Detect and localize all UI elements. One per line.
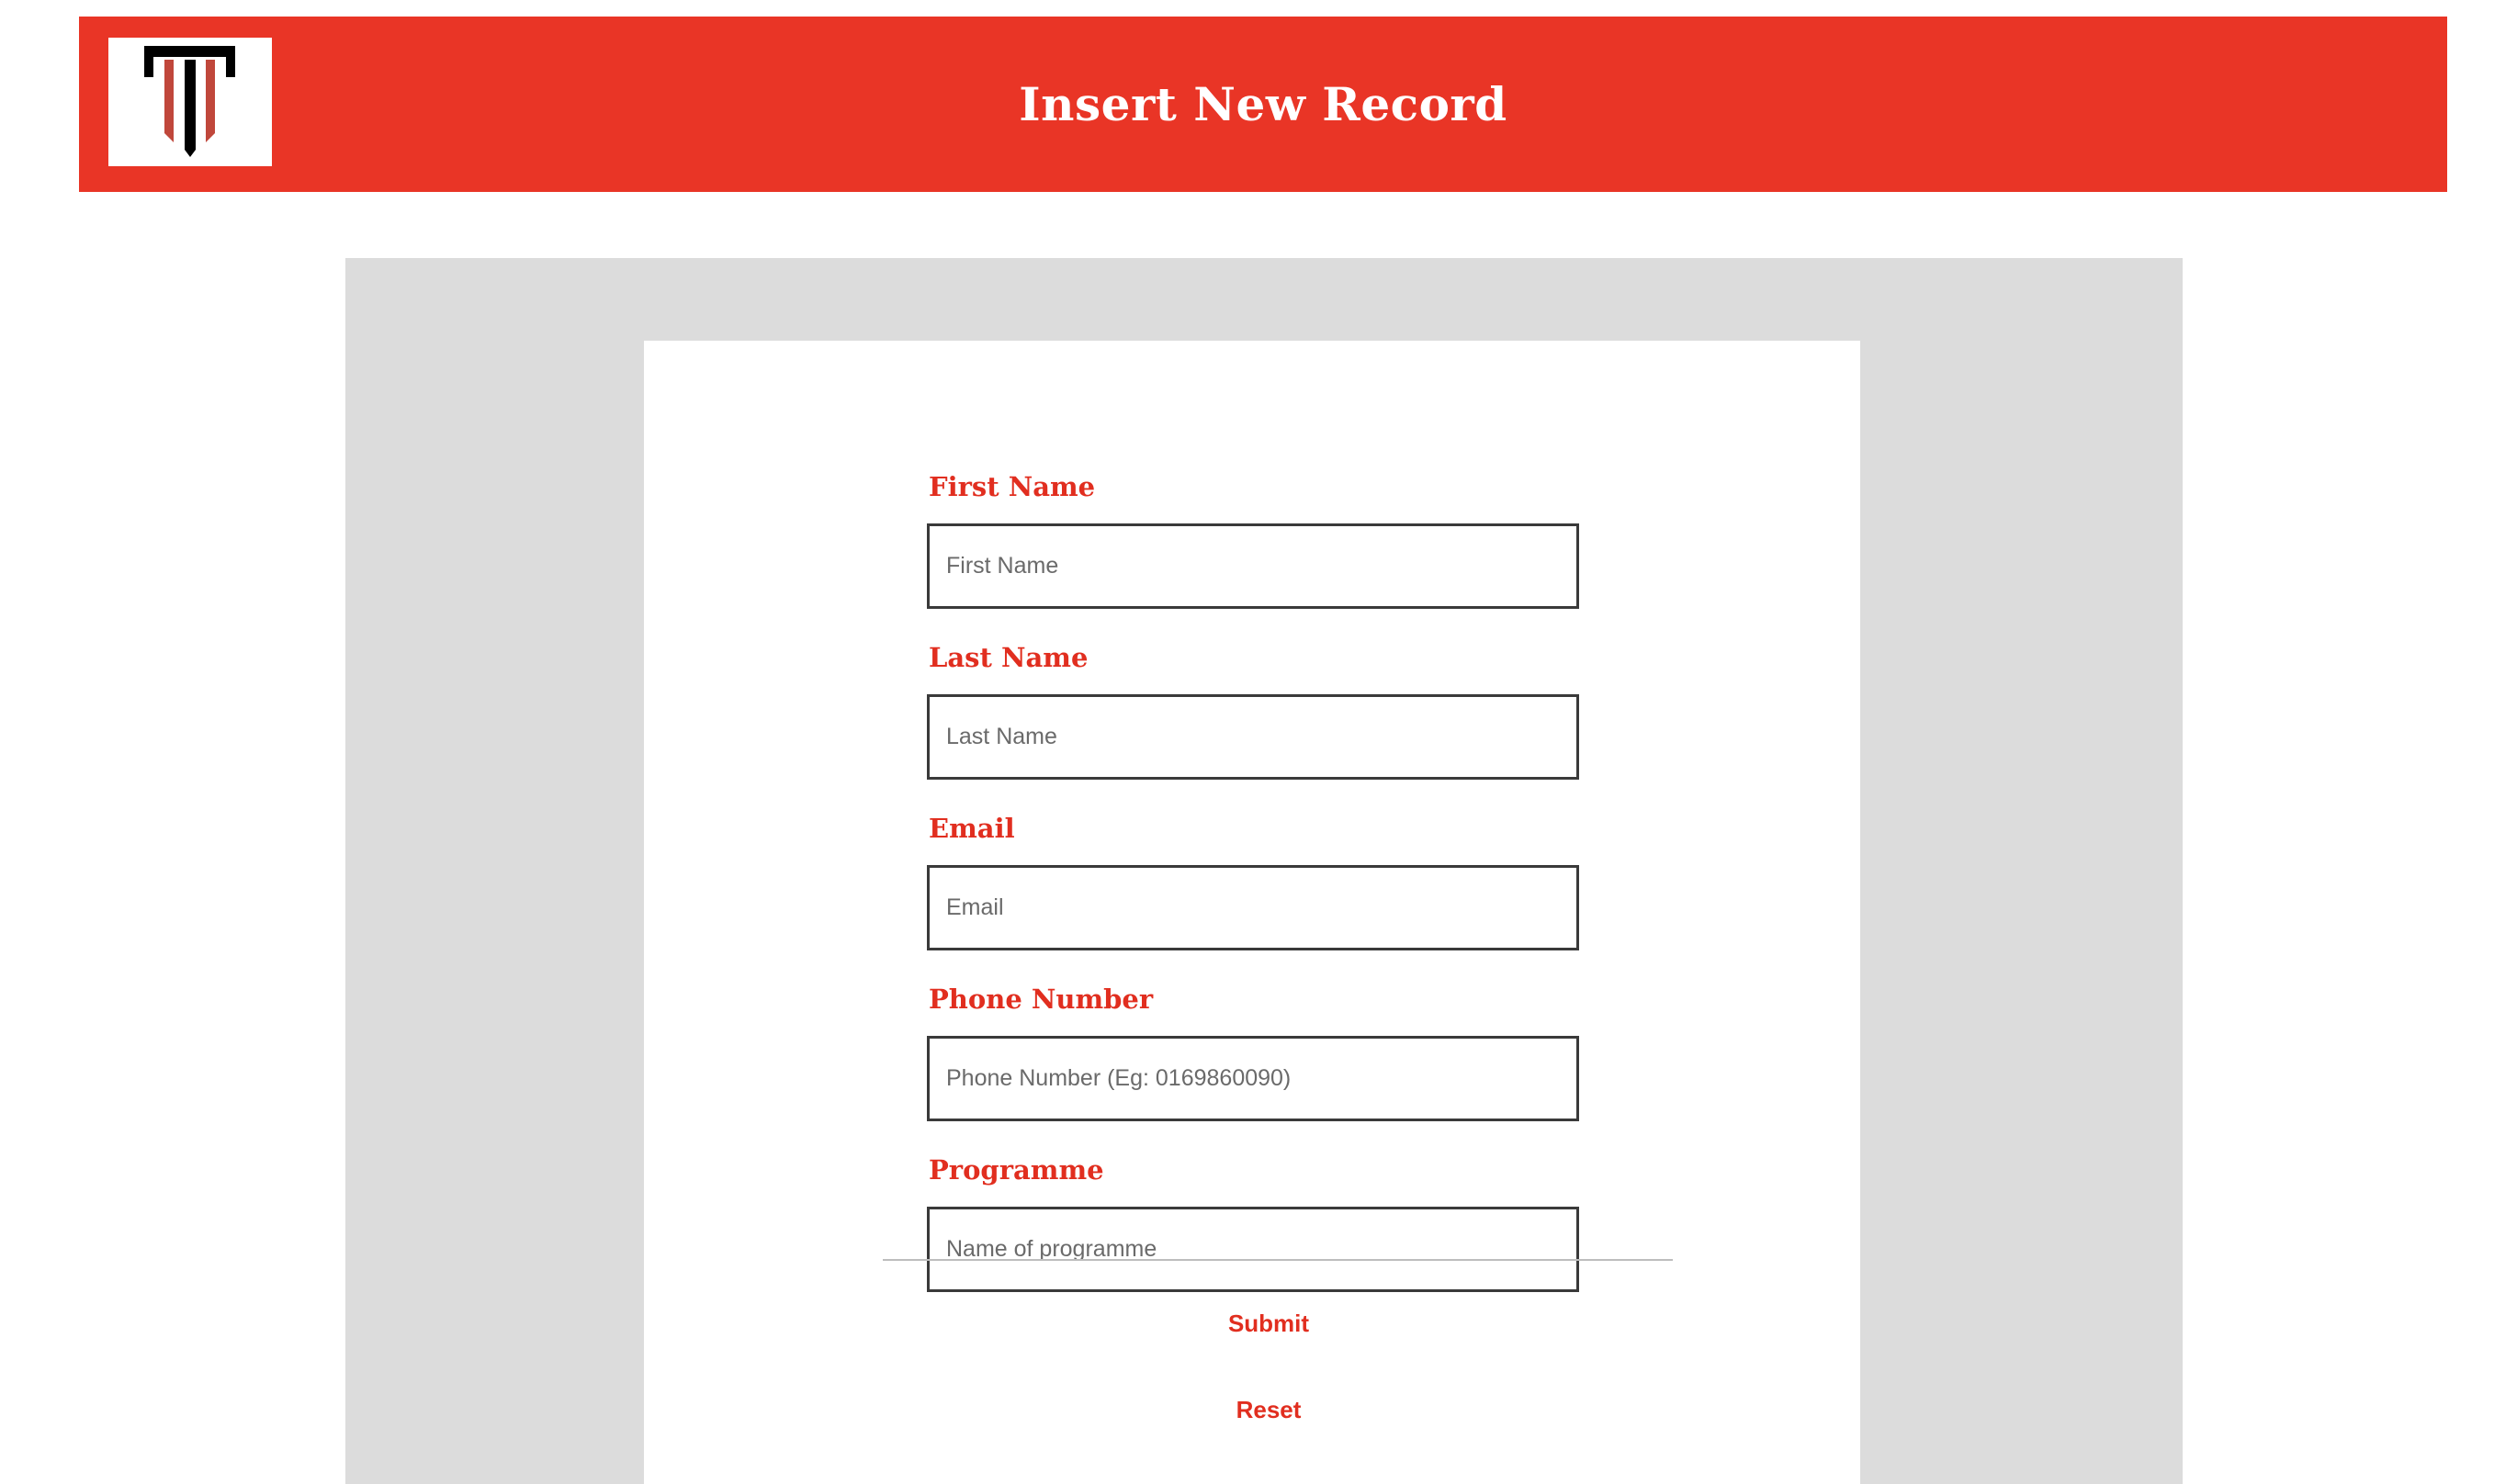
first-name-input[interactable] bbox=[927, 523, 1579, 609]
programme-input[interactable] bbox=[927, 1207, 1579, 1292]
phone-number-label: Phone Number bbox=[929, 984, 1154, 1015]
programme-label: Programme bbox=[929, 1154, 1104, 1186]
page-title: Insert New Record bbox=[1019, 77, 1507, 131]
last-name-input[interactable] bbox=[927, 694, 1579, 780]
reset-button[interactable]: Reset bbox=[1158, 1387, 1379, 1433]
first-name-label: First Name bbox=[929, 471, 1096, 502]
email-input[interactable] bbox=[927, 865, 1579, 950]
submit-button[interactable]: Submit bbox=[1158, 1300, 1379, 1346]
last-name-label: Last Name bbox=[929, 642, 1089, 673]
page-header: Insert New Record bbox=[79, 17, 2447, 192]
record-form: First Name Last Name Email Phone Number … bbox=[644, 341, 1860, 1484]
form-background-panel: First Name Last Name Email Phone Number … bbox=[345, 258, 2183, 1484]
email-label: Email bbox=[929, 813, 1015, 844]
form-divider bbox=[883, 1259, 1673, 1261]
phone-number-input[interactable] bbox=[927, 1036, 1579, 1121]
